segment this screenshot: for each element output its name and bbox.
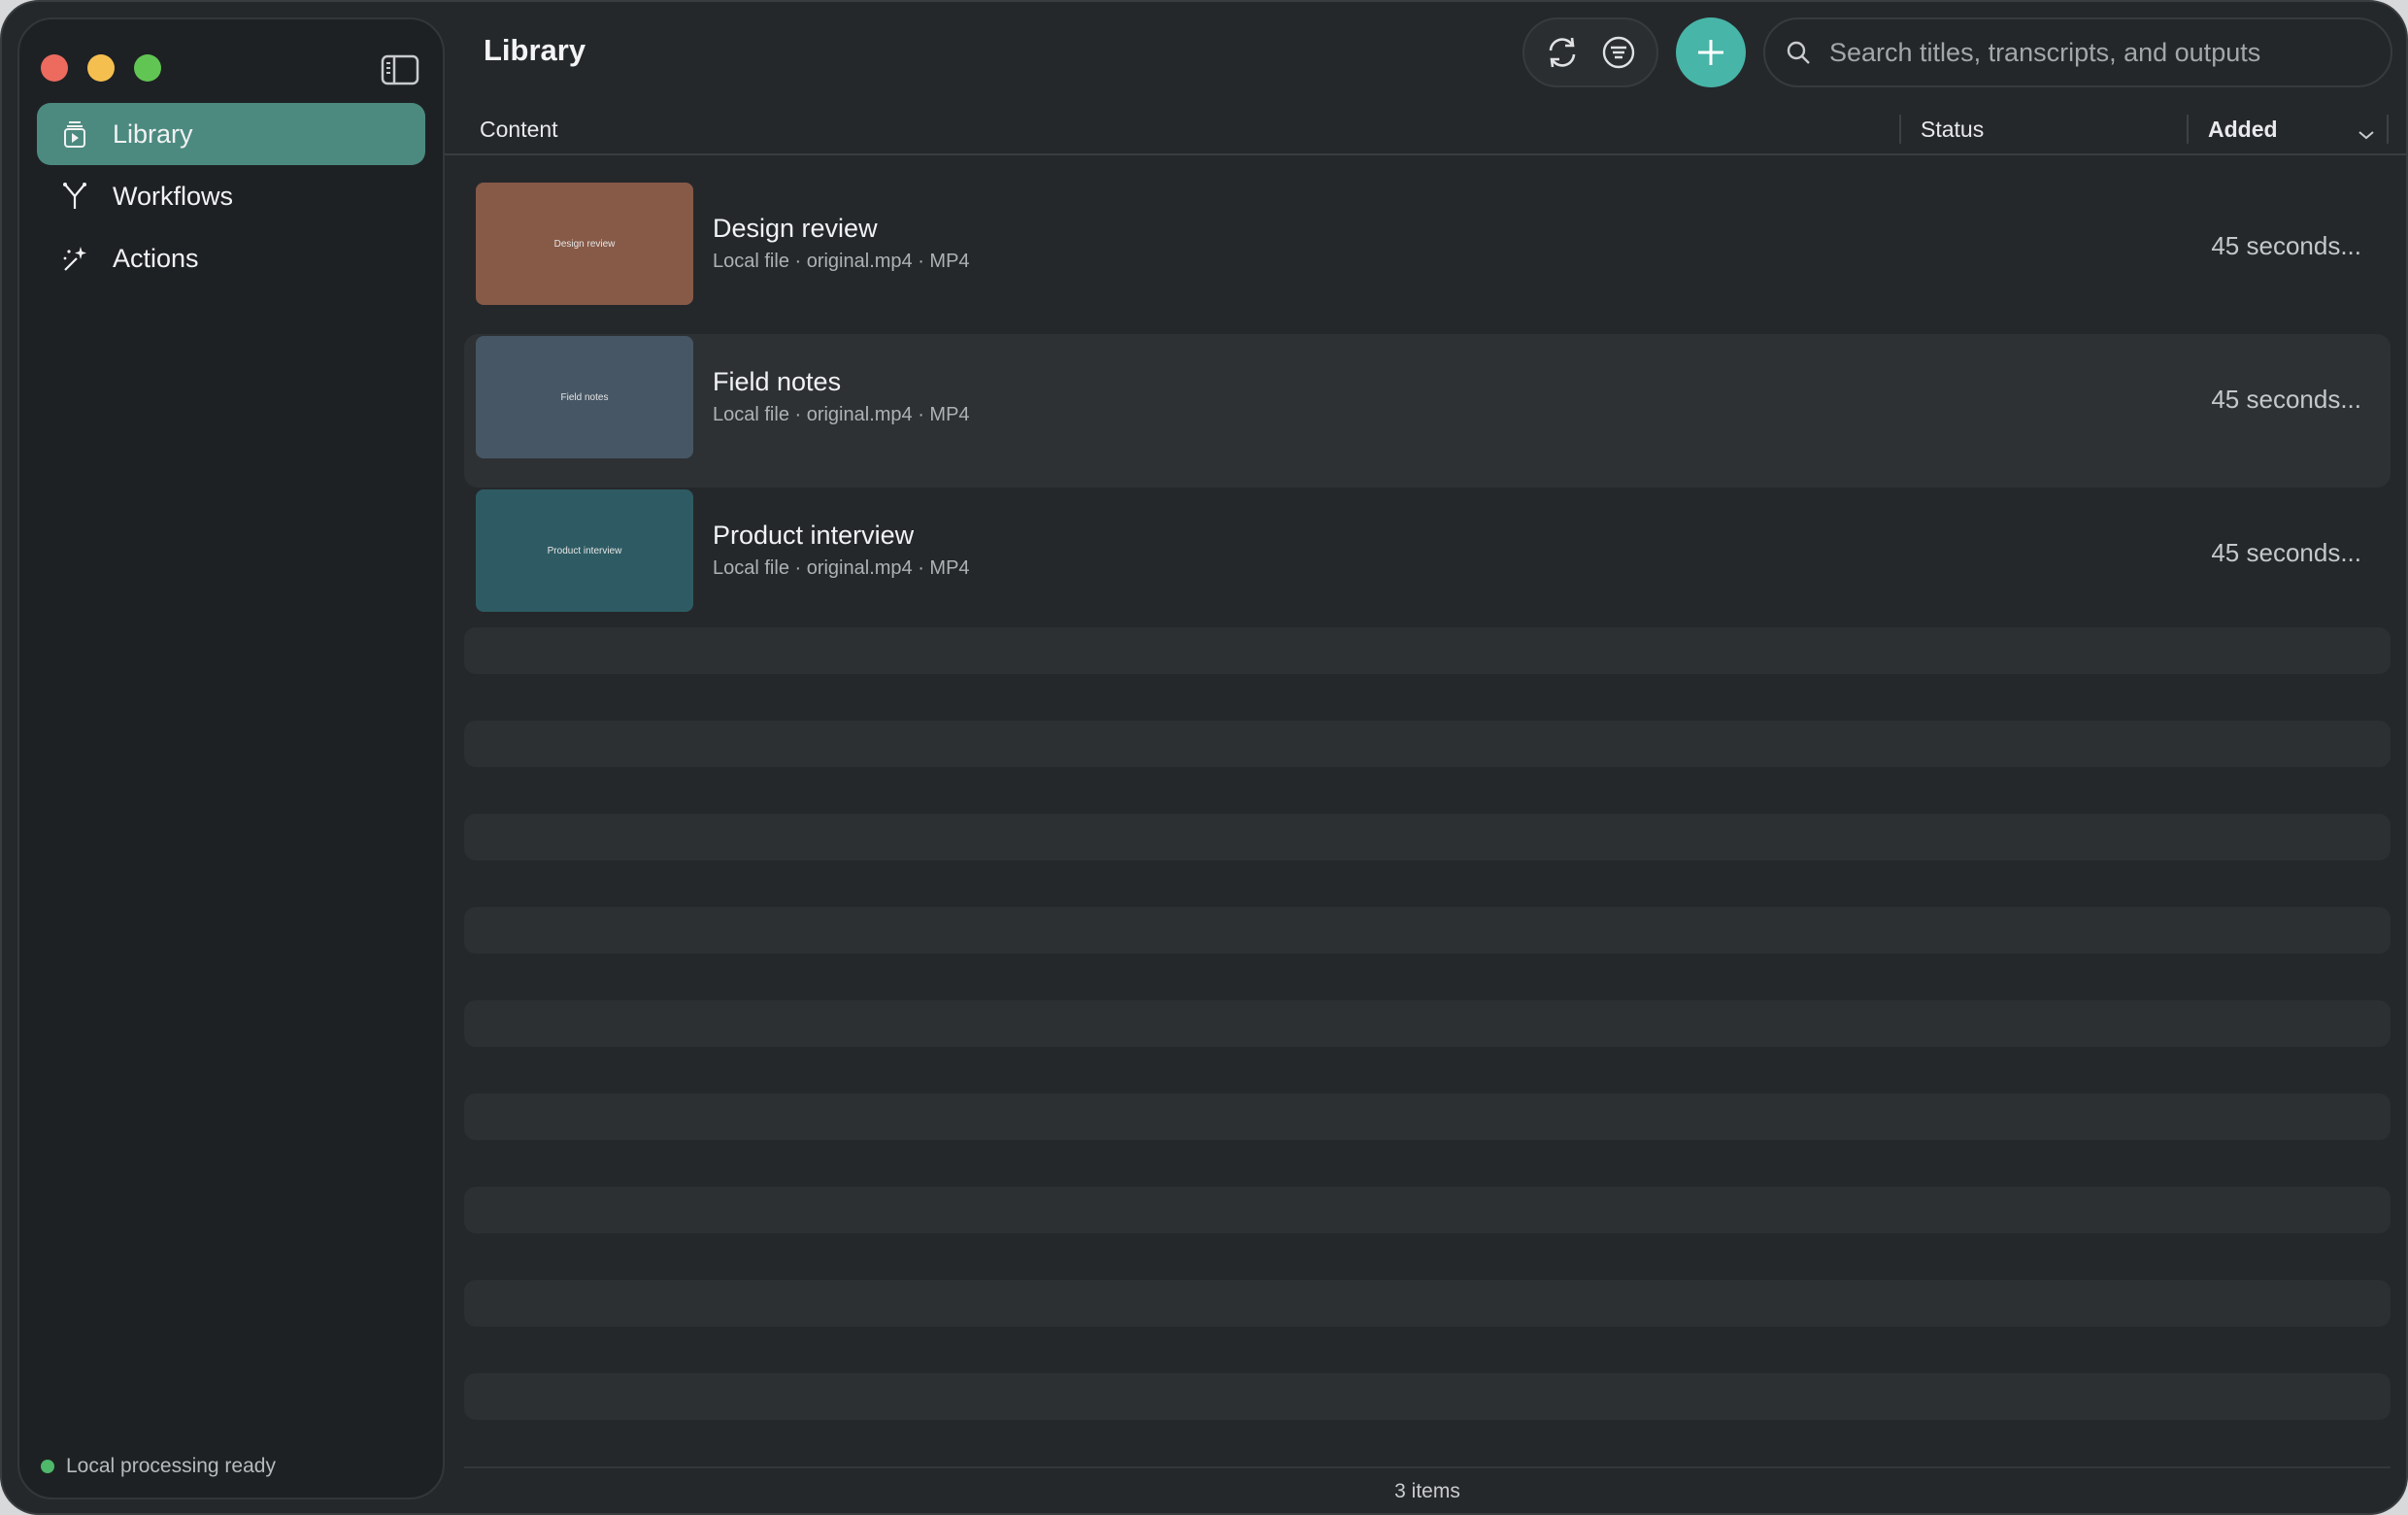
- sidebar-nav: Library Workflows Actions: [37, 103, 425, 289]
- placeholder-row: [464, 1280, 2391, 1327]
- row-subtitle: Local file · original.mp4 · MP4: [713, 557, 970, 579]
- search-bar[interactable]: [1763, 17, 2392, 87]
- column-divider[interactable]: [2187, 115, 2189, 144]
- main-content: Library Search titles, transcripts, and …: [445, 2, 2406, 1513]
- workflow-icon: [60, 182, 89, 211]
- placeholder-row: [464, 721, 2391, 767]
- video-thumbnail: Design review: [476, 183, 693, 305]
- thumbnail-label: Field notes: [560, 391, 609, 403]
- sidebar-item-library[interactable]: Library: [37, 103, 425, 165]
- placeholder-row: [464, 627, 2391, 674]
- refresh-icon: [1549, 37, 1576, 68]
- row-added: 45 seconds...: [2211, 385, 2361, 414]
- row-added: 45 seconds...: [2211, 231, 2361, 260]
- app-window: Library Workflows Actions Local processi…: [0, 0, 2408, 1515]
- column-divider: [2387, 115, 2389, 144]
- video-thumbnail: Product interview: [476, 489, 693, 612]
- row-title: Design review: [713, 214, 878, 243]
- item-count: 3 items: [1394, 1480, 1460, 1502]
- table-row[interactable]: Product interview Product interview Loca…: [464, 488, 2391, 641]
- sidebar-toggle-icon[interactable]: [381, 54, 419, 85]
- chevron-down-icon[interactable]: [2358, 120, 2375, 147]
- refresh-button[interactable]: [1541, 31, 1584, 74]
- column-header-content[interactable]: Content: [480, 117, 558, 143]
- table-row[interactable]: Field notes Field notes Local file · ori…: [464, 334, 2391, 488]
- zoom-window-button[interactable]: [134, 54, 161, 82]
- sidebar: Library Workflows Actions Local processi…: [17, 17, 445, 1499]
- sidebar-item-label: Workflows: [113, 181, 234, 211]
- row-added: 45 seconds...: [2211, 538, 2361, 567]
- row-title: Product interview: [713, 521, 915, 550]
- table-row[interactable]: Design review Design review Local file ·…: [464, 181, 2391, 334]
- traffic-lights: [41, 54, 161, 82]
- sidebar-item-label: Actions: [113, 243, 199, 273]
- thumbnail-label: Design review: [553, 238, 616, 250]
- placeholder-row: [464, 907, 2391, 954]
- add-button[interactable]: [1676, 17, 1746, 87]
- content-list: Design review Design review Local file ·…: [464, 181, 2391, 641]
- column-header-status[interactable]: Status: [1921, 117, 1984, 143]
- search-icon: [1785, 38, 1814, 67]
- status-dot-icon: [41, 1460, 54, 1473]
- placeholder-row: [464, 1000, 2391, 1047]
- sparkle-icon: [60, 244, 89, 273]
- page-title: Library: [484, 33, 586, 67]
- video-thumbnail: Field notes: [476, 336, 693, 458]
- column-divider[interactable]: [1899, 115, 1901, 144]
- column-header-added[interactable]: Added: [2208, 117, 2278, 143]
- table-header: Content Status Added: [445, 107, 2406, 155]
- filter-icon: [1602, 36, 1635, 69]
- row-title: Field notes: [713, 367, 842, 396]
- thumbnail-label: Product interview: [547, 545, 622, 556]
- sidebar-item-workflows[interactable]: Workflows: [37, 165, 425, 227]
- search-input[interactable]: [1829, 37, 2373, 68]
- plus-icon: [1698, 40, 1723, 65]
- filter-button[interactable]: [1597, 31, 1640, 74]
- row-subtitle: Local file · original.mp4 · MP4: [713, 404, 970, 425]
- toolbar-group: [1522, 17, 1658, 87]
- library-icon: [60, 119, 89, 149]
- placeholder-row: [464, 1094, 2391, 1140]
- processing-status: Local processing ready: [41, 1455, 276, 1478]
- processing-status-label: Local processing ready: [66, 1455, 276, 1477]
- row-subtitle: Local file · original.mp4 · MP4: [713, 251, 970, 272]
- placeholder-row: [464, 1187, 2391, 1233]
- close-window-button[interactable]: [41, 54, 68, 82]
- minimize-window-button[interactable]: [87, 54, 115, 82]
- placeholder-row: [464, 814, 2391, 860]
- sidebar-item-label: Library: [113, 118, 193, 149]
- empty-row-placeholders: [464, 627, 2391, 1466]
- placeholder-row: [464, 1373, 2391, 1420]
- sidebar-item-actions[interactable]: Actions: [37, 227, 425, 289]
- footer-divider: [464, 1466, 2391, 1468]
